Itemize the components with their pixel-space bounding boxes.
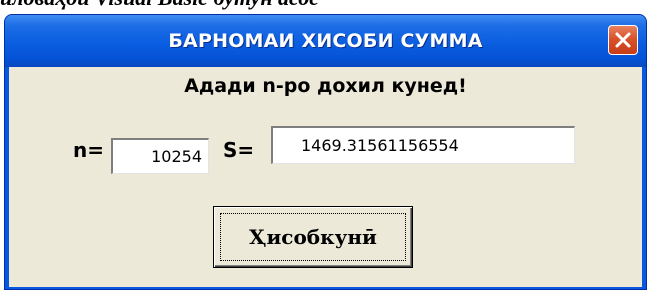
window-title: БАРНОМАИ ХИСОБИ СУММА xyxy=(168,30,483,52)
title-bar[interactable]: БАРНОМАИ ХИСОБИ СУММА xyxy=(5,15,646,67)
sum-output-field[interactable]: 1469.31561156554 xyxy=(271,126,575,164)
dialog-window: БАРНОМАИ ХИСОБИ СУММА Адади n-ро дохил к… xyxy=(4,14,647,290)
dialog-client-area: Адади n-ро дохил кунед! n= 10254 S= 1469… xyxy=(9,67,642,287)
n-label: n= xyxy=(73,138,104,162)
close-button[interactable] xyxy=(608,25,638,55)
close-icon xyxy=(615,32,631,48)
n-input[interactable]: 10254 xyxy=(111,138,209,174)
calculate-button-label: Ҳисобкунӣ xyxy=(220,213,406,261)
s-label: S= xyxy=(223,138,255,162)
prompt-label: Адади n-ро дохил кунед! xyxy=(184,75,467,97)
calculate-button[interactable]: Ҳисобкунӣ xyxy=(213,206,413,268)
document-caption: иловаҳои Visual Basic бутун асос xyxy=(0,0,653,10)
